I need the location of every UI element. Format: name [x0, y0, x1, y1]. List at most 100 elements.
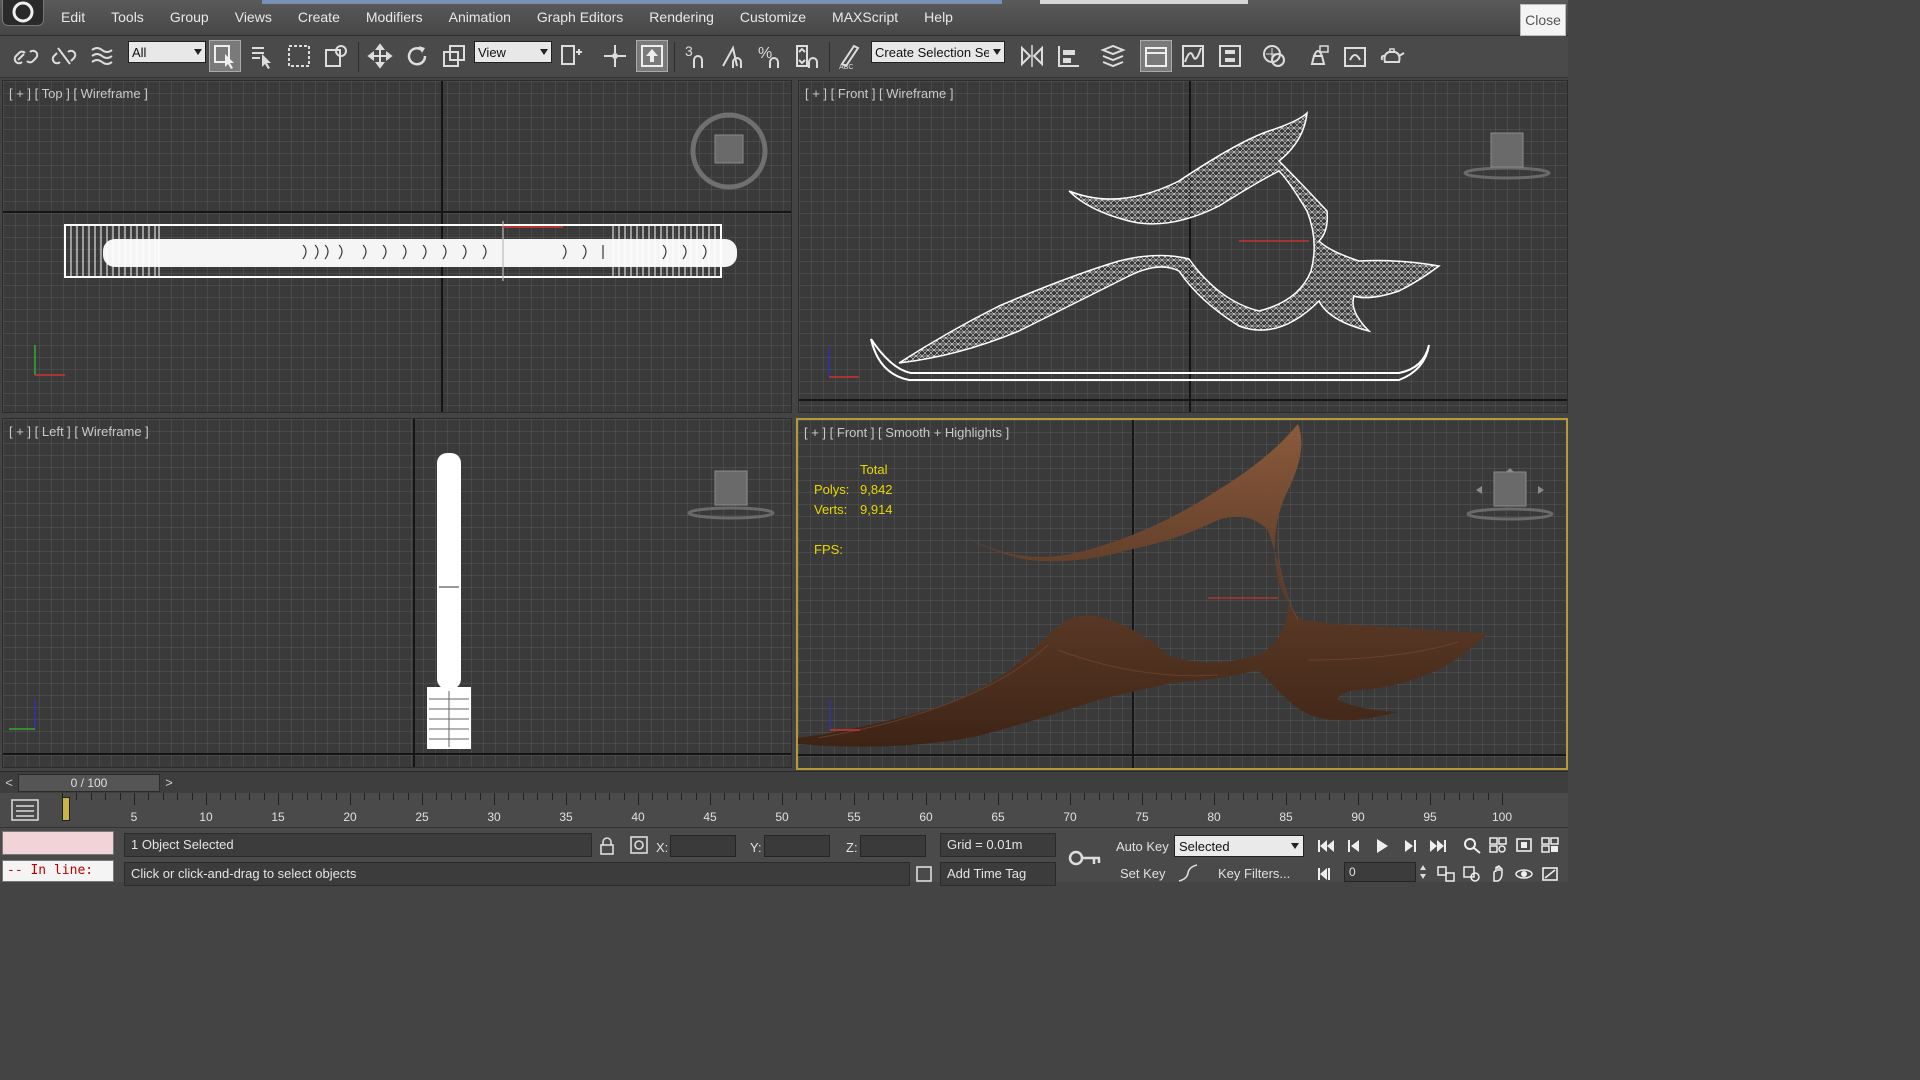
- select-and-rotate-icon[interactable]: [401, 40, 433, 72]
- menu-views[interactable]: Views: [222, 9, 285, 25]
- bind-space-warp-icon[interactable]: [86, 40, 118, 72]
- track-bar-tick: [623, 793, 625, 800]
- viewport-left-label[interactable]: [ + ] [ Left ] [ Wireframe ]: [9, 424, 149, 439]
- rendered-frame-window-icon[interactable]: [1339, 40, 1371, 72]
- menu-rendering[interactable]: Rendering: [636, 9, 727, 25]
- zoom-extents-icon[interactable]: [1512, 834, 1536, 856]
- viewport-front-wire-label[interactable]: [ + ] [ Front ] [ Wireframe ]: [805, 86, 953, 101]
- go-to-start-icon[interactable]: [1314, 835, 1338, 857]
- current-frame-marker[interactable]: [62, 797, 70, 821]
- next-frame-icon[interactable]: [1398, 835, 1422, 857]
- viewport-top[interactable]: [ + ] [ Top ] [ Wireframe ]: [2, 80, 792, 413]
- auto-key-button[interactable]: Auto Key: [1116, 839, 1169, 854]
- edit-named-selection-icon[interactable]: ABC: [834, 40, 866, 72]
- pan-hand-icon[interactable]: [1486, 863, 1510, 885]
- viewcube-top[interactable]: [689, 107, 769, 195]
- percent-snap-icon[interactable]: %: [754, 40, 786, 72]
- track-bar-tick: [436, 793, 438, 800]
- menu-edit[interactable]: Edit: [48, 9, 98, 25]
- angle-snap-icon[interactable]: [717, 40, 749, 72]
- set-key-button[interactable]: Set Key: [1120, 866, 1166, 881]
- render-setup-icon[interactable]: [1302, 40, 1334, 72]
- lock-selection-icon[interactable]: [598, 836, 616, 856]
- viewcube-front[interactable]: [1459, 127, 1555, 181]
- menu-help[interactable]: Help: [911, 9, 966, 25]
- zoom-extents-all-icon[interactable]: [1538, 834, 1562, 856]
- absolute-mode-transform-icon[interactable]: [628, 834, 650, 856]
- select-and-scale-icon[interactable]: [438, 40, 470, 72]
- viewport-top-label[interactable]: [ + ] [ Top ] [ Wireframe ]: [9, 86, 148, 101]
- default-in-out-tangents-icon[interactable]: [1176, 863, 1200, 883]
- keyboard-shortcut-override-icon[interactable]: [636, 40, 668, 72]
- unlink-selection-icon[interactable]: [48, 40, 80, 72]
- menu-tools[interactable]: Tools: [98, 9, 157, 25]
- mirror-icon[interactable]: [1016, 40, 1048, 72]
- menu-create[interactable]: Create: [285, 9, 353, 25]
- snaps-toggle-icon[interactable]: 3: [680, 40, 712, 72]
- time-tag-icon[interactable]: [914, 864, 936, 884]
- z-coordinate-input[interactable]: [860, 835, 926, 857]
- menu-graph-editors[interactable]: Graph Editors: [524, 9, 636, 25]
- menu-animation[interactable]: Animation: [436, 9, 524, 25]
- mini-curve-editor-icon[interactable]: [10, 798, 40, 822]
- align-icon[interactable]: [1053, 40, 1085, 72]
- layer-manager-icon[interactable]: [1097, 40, 1129, 72]
- menu-customize[interactable]: Customize: [727, 9, 819, 25]
- maxscript-listener-box[interactable]: [2, 831, 114, 855]
- key-mode-dropdown[interactable]: Selected: [1174, 835, 1304, 857]
- y-coordinate-input[interactable]: [764, 835, 830, 857]
- play-animation-icon[interactable]: [1370, 835, 1394, 857]
- viewport-left[interactable]: [ + ] [ Left ] [ Wireframe ]: [2, 418, 792, 768]
- curve-editor-icon[interactable]: [1177, 40, 1209, 72]
- go-to-end-icon[interactable]: [1426, 835, 1450, 857]
- add-time-tag-button[interactable]: Add Time Tag: [940, 862, 1056, 886]
- track-bar-tick: [1329, 793, 1331, 800]
- zoom-time-icon[interactable]: [1434, 863, 1458, 885]
- track-bar-tick: [666, 793, 668, 800]
- rectangular-selection-icon[interactable]: [283, 40, 315, 72]
- menu-group[interactable]: Group: [157, 9, 222, 25]
- select-object-icon[interactable]: [209, 40, 241, 72]
- menu-maxscript[interactable]: MAXScript: [819, 9, 911, 25]
- material-editor-icon[interactable]: [1258, 40, 1290, 72]
- select-and-link-icon[interactable]: [10, 40, 42, 72]
- key-mode-toggle-icon[interactable]: [1314, 863, 1338, 885]
- previous-frame-icon[interactable]: [1342, 835, 1366, 857]
- track-bar-ruler[interactable]: 5 10 15 20 25 30 35 40 45 50 55 60 65 70 75 80 85 90 95 100: [62, 793, 1542, 824]
- window-crossing-icon[interactable]: [320, 40, 352, 72]
- time-slider-track[interactable]: < 0 / 100 >: [0, 772, 180, 793]
- reference-coordinate-dropdown[interactable]: View: [474, 41, 552, 63]
- scene-explorer-icon[interactable]: [1140, 40, 1172, 72]
- set-keys-key-icon[interactable]: [1068, 848, 1102, 868]
- select-and-move-icon[interactable]: [364, 40, 396, 72]
- orbit-icon[interactable]: [1512, 863, 1536, 885]
- select-by-name-icon[interactable]: [246, 40, 278, 72]
- current-frame-input[interactable]: 0: [1344, 862, 1416, 882]
- menu-modifiers[interactable]: Modifiers: [353, 9, 436, 25]
- pivot-center-icon[interactable]: [556, 40, 588, 72]
- frame-spinner-icon[interactable]: [1418, 862, 1428, 882]
- field-of-view-icon[interactable]: [1460, 863, 1484, 885]
- schematic-view-icon[interactable]: [1214, 40, 1246, 72]
- zoom-all-icon[interactable]: [1486, 834, 1510, 856]
- selection-filter-dropdown[interactable]: All: [128, 41, 206, 63]
- application-button-icon[interactable]: [2, 0, 44, 26]
- zoom-icon[interactable]: [1460, 834, 1484, 856]
- maxscript-mini-listener[interactable]: -- In line:: [2, 860, 114, 882]
- key-filters-button[interactable]: Key Filters...: [1218, 866, 1290, 881]
- track-bar[interactable]: 5 10 15 20 25 30 35 40 45 50 55 60 65 70 75 80 85 90 95 100: [0, 793, 1568, 827]
- manipulate-icon[interactable]: [599, 40, 631, 72]
- time-slider-thumb[interactable]: 0 / 100: [18, 773, 160, 792]
- viewcube-left[interactable]: [683, 465, 779, 521]
- close-button[interactable]: Close: [1520, 4, 1566, 36]
- named-selection-sets-dropdown[interactable]: Create Selection Se: [871, 41, 1005, 63]
- spinner-snap-icon[interactable]: [791, 40, 823, 72]
- time-slider-prev-button[interactable]: <: [0, 773, 18, 793]
- x-coordinate-input[interactable]: [670, 835, 736, 857]
- render-production-teapot-icon[interactable]: [1376, 40, 1408, 72]
- time-slider-next-button[interactable]: >: [160, 773, 178, 793]
- viewport-front-wireframe[interactable]: [ + ] [ Front ] [ Wireframe ]: [798, 80, 1568, 413]
- viewport-front-shaded[interactable]: [ + ] [ Front ] [ Smooth + Highlights ] …: [796, 418, 1568, 770]
- track-bar-tick: [825, 793, 827, 800]
- maximize-viewport-toggle-icon[interactable]: [1538, 863, 1562, 885]
